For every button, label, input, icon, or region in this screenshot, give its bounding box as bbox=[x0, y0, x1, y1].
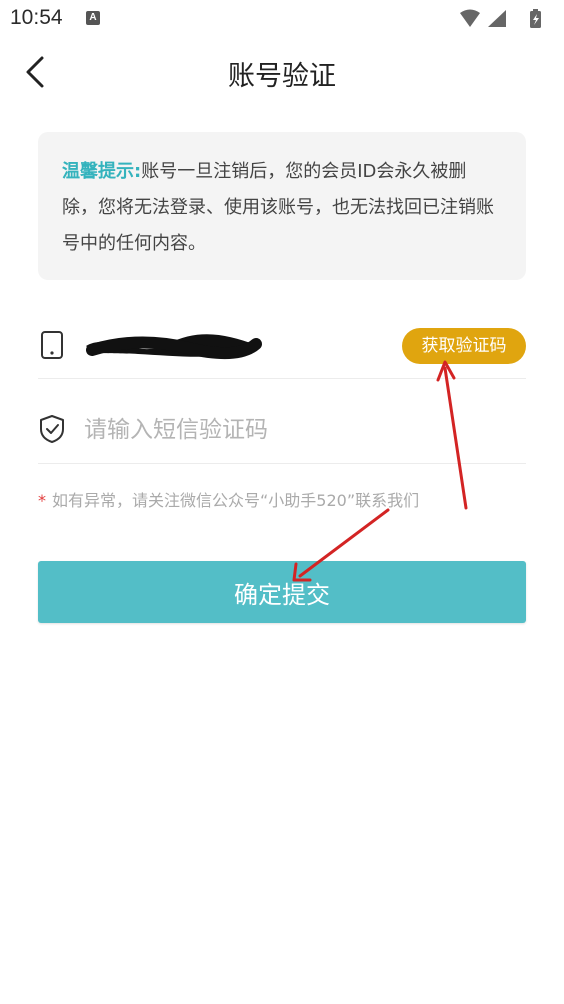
notification-icon: A bbox=[86, 11, 100, 25]
notice-label: 温馨提示: bbox=[62, 161, 142, 182]
smartphone-icon bbox=[41, 331, 63, 359]
sms-code-input[interactable] bbox=[84, 412, 484, 448]
notice-text: 温馨提示:账号一旦注销后，您的会员ID会永久被删除，您将无法登录、使用该账号，也… bbox=[62, 154, 502, 262]
required-star: * bbox=[38, 491, 46, 510]
phone-row: 获取验证码 bbox=[38, 314, 526, 379]
page-title: 账号验证 bbox=[228, 61, 336, 92]
phone-redaction-scribble bbox=[86, 334, 262, 360]
code-row bbox=[38, 398, 526, 464]
shield-check-icon bbox=[40, 415, 64, 443]
battery-charging-icon bbox=[530, 9, 541, 28]
status-bar: 10:54 A bbox=[0, 0, 564, 38]
cellular-signal-icon bbox=[488, 10, 506, 27]
contact-tip: * 如有异常，请关注微信公众号“小助手520”联系我们 bbox=[38, 487, 419, 511]
system-icons bbox=[460, 9, 541, 28]
notice-card: 温馨提示:账号一旦注销后，您的会员ID会永久被删除，您将无法登录、使用该账号，也… bbox=[38, 132, 526, 280]
nav-bar: 账号验证 bbox=[0, 40, 564, 104]
contact-tip-text: 如有异常，请关注微信公众号“小助手520”联系我们 bbox=[52, 491, 420, 510]
status-time: 10:54 bbox=[10, 6, 63, 29]
get-verification-code-button[interactable]: 获取验证码 bbox=[402, 328, 526, 364]
confirm-submit-button[interactable]: 确定提交 bbox=[38, 561, 526, 623]
wifi-icon bbox=[460, 9, 480, 27]
